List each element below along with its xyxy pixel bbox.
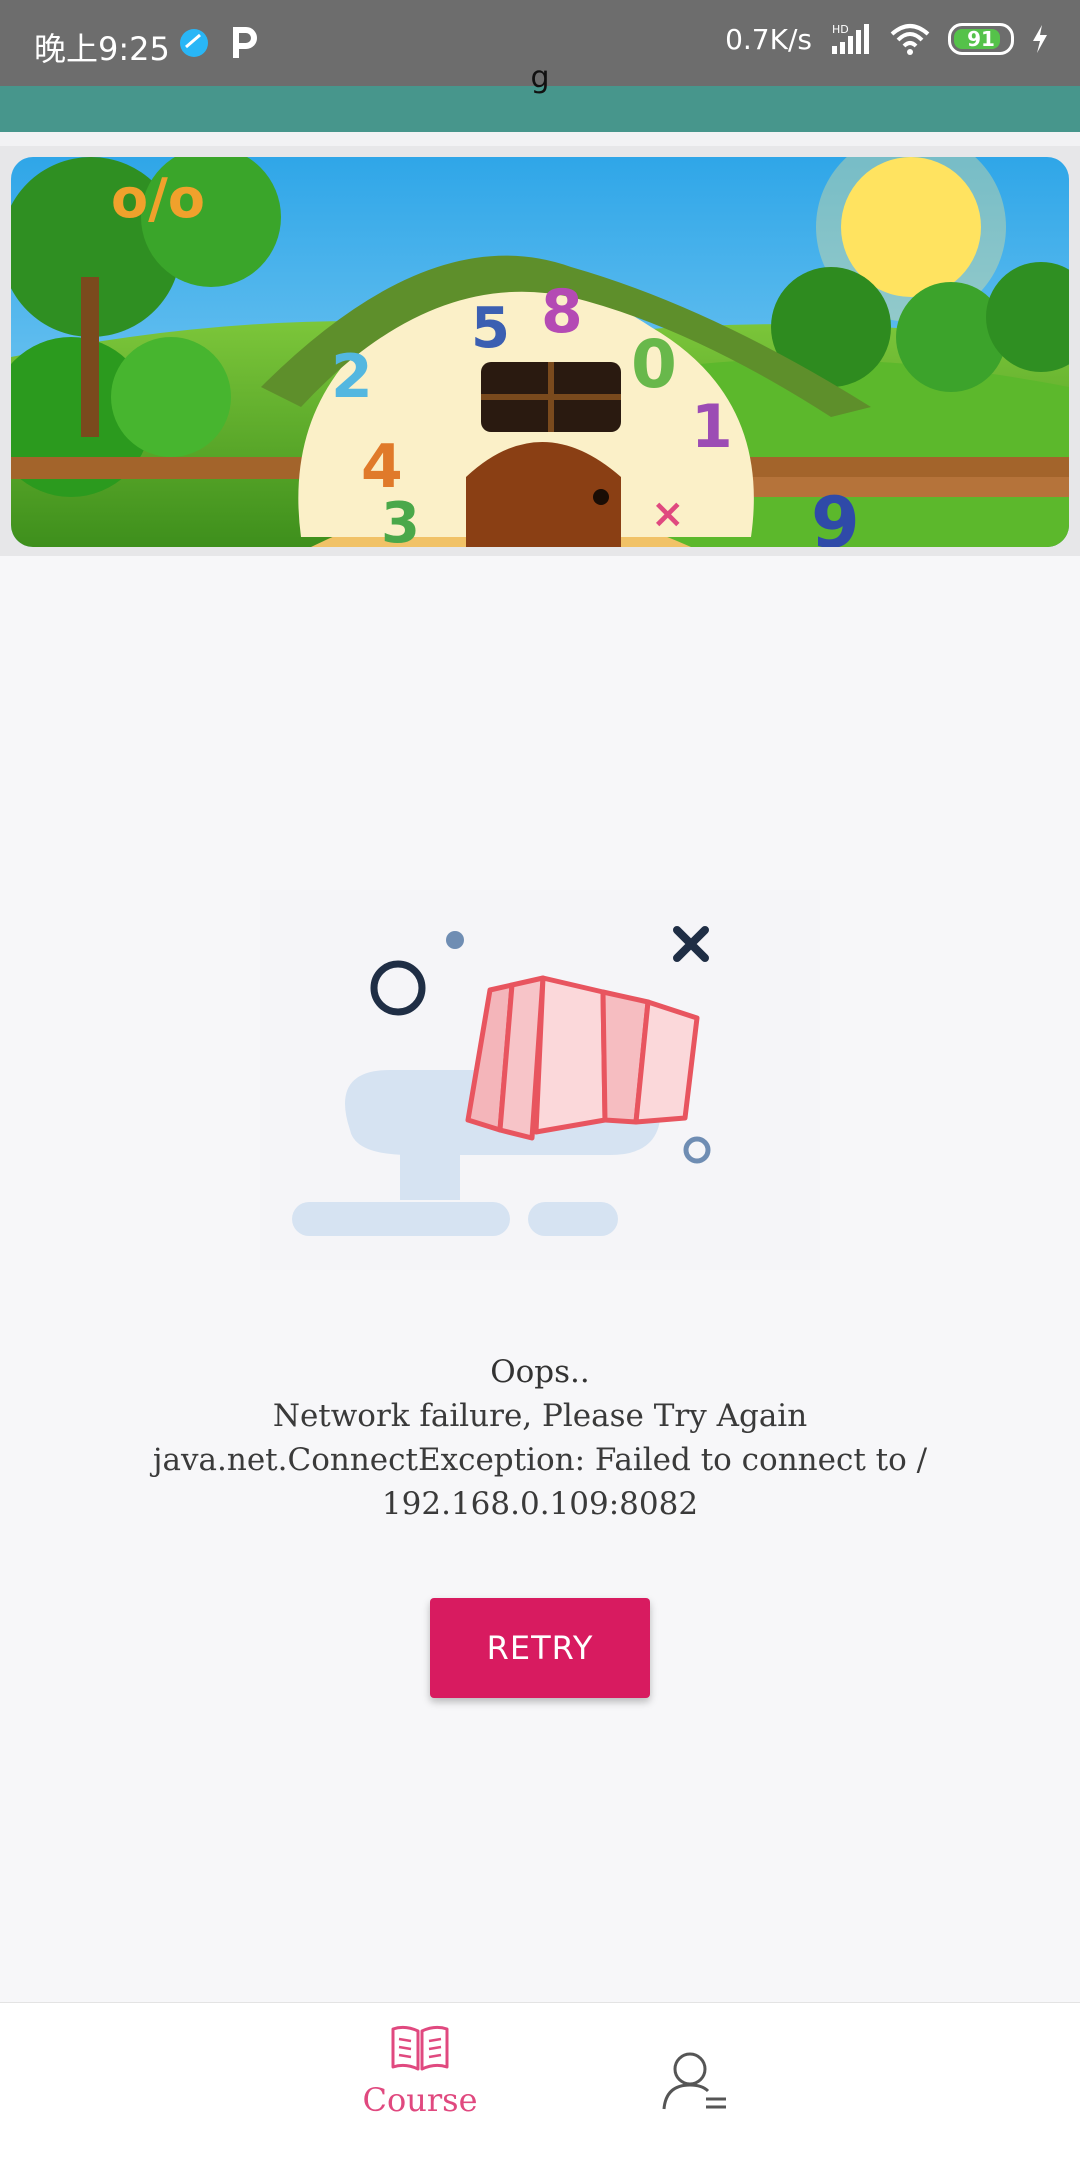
svg-text:0: 0 (631, 326, 677, 403)
app-toolbar: g (0, 60, 1080, 132)
status-app-icons (178, 26, 258, 60)
banner-illustration: 2 5 8 0 1 4 3 9 × o/o (11, 157, 1069, 547)
bottom-navigation: Course (0, 2002, 1080, 2159)
app-notification-icon (180, 29, 208, 57)
net-speed: 0.7K/s (725, 22, 812, 56)
svg-text:8: 8 (541, 277, 583, 347)
hd-label: HD (832, 23, 849, 36)
nav-course-label: Course (362, 2081, 478, 2119)
toolbar-divider (0, 132, 1080, 146)
battery-level: 91 (967, 27, 995, 51)
svg-text:2: 2 (331, 342, 373, 412)
error-title: Oops.. (490, 1354, 590, 1390)
profile-icon (662, 2052, 726, 2110)
status-right: 0.7K/s HD 91 (725, 22, 1050, 56)
svg-text:5: 5 (471, 296, 510, 361)
svg-text:9: 9 (811, 482, 860, 547)
nav-item-profile[interactable] (660, 2049, 740, 2119)
svg-text:3: 3 (381, 491, 420, 547)
charging-icon (1033, 25, 1047, 53)
nav-item-course[interactable]: Course (340, 2023, 500, 2143)
retry-button[interactable]: RETRY (430, 1598, 650, 1698)
battery-icon: 91 (948, 23, 1014, 55)
svg-text:o/o: o/o (111, 167, 205, 230)
svg-text:1: 1 (691, 392, 733, 462)
network-error-illustration (260, 890, 820, 1270)
banner-section: 2 5 8 0 1 4 3 9 × o/o (0, 146, 1080, 556)
wifi-icon (890, 24, 930, 55)
error-line-3: 192.168.0.109:8082 (381, 1486, 699, 1522)
signal-icon: HD (832, 23, 869, 54)
toolbar-title: g (530, 60, 550, 95)
banner-image[interactable]: 2 5 8 0 1 4 3 9 × o/o (11, 157, 1069, 547)
svg-text:×: × (651, 491, 685, 537)
parking-app-icon (233, 27, 257, 58)
book-icon (391, 2025, 449, 2071)
error-line-1: Network failure, Please Try Again (272, 1398, 808, 1434)
error-message: Oops.. Network failure, Please Try Again… (100, 1350, 980, 1526)
error-line-2: java.net.ConnectException: Failed to con… (152, 1442, 928, 1478)
